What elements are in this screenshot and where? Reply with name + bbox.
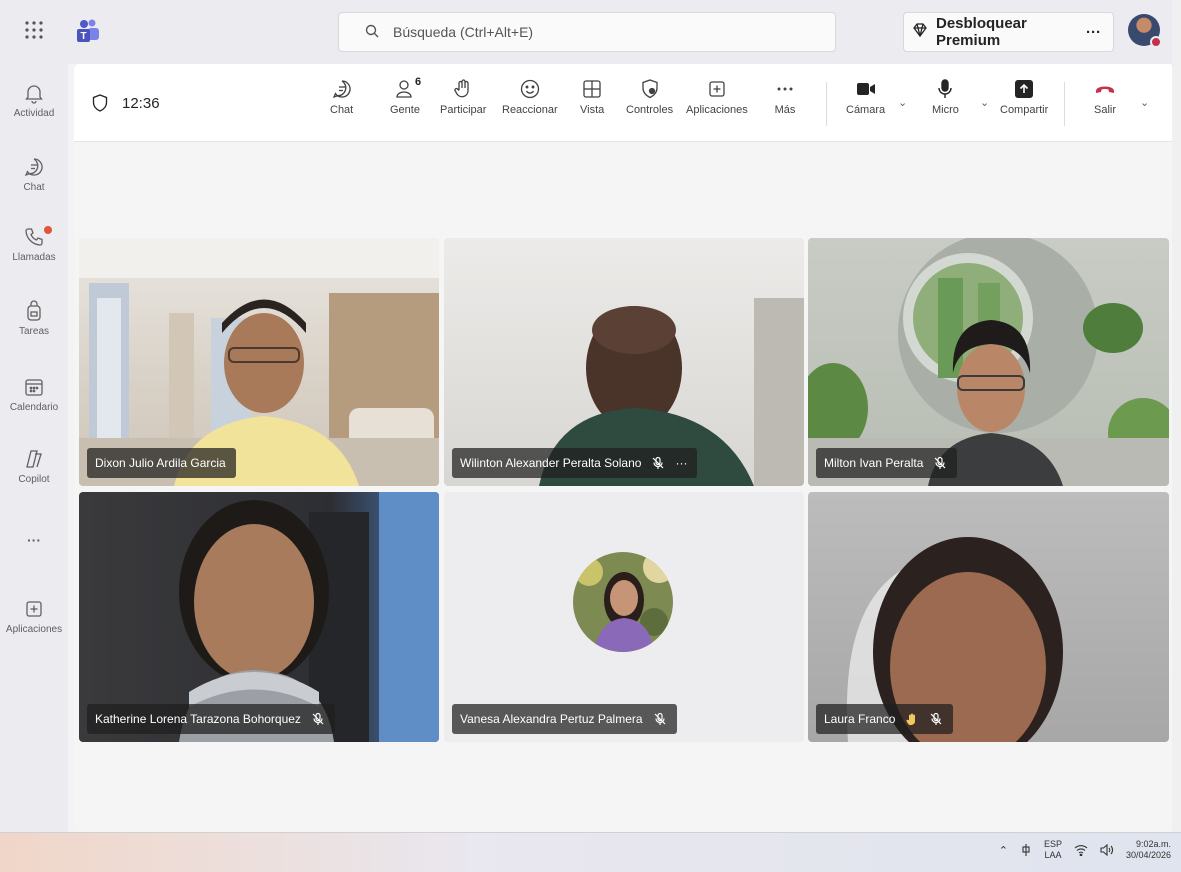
timer-text: 12:36 xyxy=(122,94,160,112)
participant-name-tag: Milton Ivan Peralta xyxy=(816,448,958,478)
camera-button[interactable]: Cámara xyxy=(846,78,885,116)
smiley-icon xyxy=(520,79,539,99)
react-button[interactable]: Reaccionar xyxy=(502,78,558,116)
microphone-icon xyxy=(938,79,953,98)
rail-item-tasks[interactable]: Tareas xyxy=(0,300,68,337)
rail-item-label: Actividad xyxy=(13,108,55,119)
rail-item-activity[interactable]: Actividad xyxy=(0,82,68,119)
rail-item-apps[interactable]: Aplicaciones xyxy=(0,598,68,635)
rail-item-copilot[interactable]: Copilot xyxy=(0,448,68,485)
share-screen-icon xyxy=(1015,80,1034,98)
chat-icon xyxy=(24,158,43,177)
chat-button[interactable]: Chat xyxy=(330,78,353,116)
mic-muted-icon xyxy=(930,712,942,725)
search-icon xyxy=(365,24,379,41)
more-icon xyxy=(777,87,793,91)
meeting-toolbar: 12:36 Chat 6 Gente Participar Reaccionar… xyxy=(74,64,1174,142)
meeting-timer: 12:36 xyxy=(92,94,160,112)
mic-muted-icon xyxy=(653,456,664,469)
notification-dot xyxy=(44,226,52,234)
leave-button[interactable]: Salir xyxy=(1094,78,1116,116)
participant-name-tag: Wilinton Alexander Peralta Solano ··· xyxy=(452,448,698,478)
participant-name-tag: Laura Franco xyxy=(816,704,954,734)
backpack-icon xyxy=(27,300,41,321)
language-indicator[interactable]: ESP LAA xyxy=(1044,839,1062,861)
toolbar-divider xyxy=(1064,82,1065,126)
phone-icon xyxy=(25,228,43,246)
more-options-button[interactable]: ··· xyxy=(1086,24,1101,41)
toolbar-divider xyxy=(826,82,827,126)
participant-name-tag: Vanesa Alexandra Pertuz Palmera xyxy=(452,704,677,734)
view-button[interactable]: Vista xyxy=(580,78,604,116)
mic-button[interactable]: Micro xyxy=(932,78,959,116)
volume-icon[interactable] xyxy=(1100,844,1114,856)
presence-badge xyxy=(1150,36,1162,48)
people-icon xyxy=(396,80,412,98)
copilot-icon xyxy=(26,450,42,468)
clock[interactable]: 9:02a.m. 30/04/2026 xyxy=(1126,839,1171,861)
mic-options-chevron-icon[interactable]: ⌄ xyxy=(980,96,989,109)
video-tile[interactable]: Katherine Lorena Tarazona Bohorquez xyxy=(79,492,439,742)
search-placeholder: Búsqueda (Ctrl+Alt+E) xyxy=(393,24,534,40)
rail-item-label: Aplicaciones xyxy=(5,624,63,635)
system-tray: ⌃ ESP LAA 9:02a.m. 30/04/2026 xyxy=(999,839,1171,861)
more-button[interactable]: Más xyxy=(774,78,796,116)
mic-muted-icon xyxy=(654,712,665,725)
hang-up-icon xyxy=(1096,86,1114,93)
add-app-icon xyxy=(709,81,725,97)
wifi-icon[interactable] xyxy=(1074,844,1088,856)
system-taskbar: ⌃ ESP LAA 9:02a.m. 30/04/2026 xyxy=(0,832,1181,872)
grid-view-icon xyxy=(583,80,601,98)
rail-item-label: Calendario xyxy=(9,402,59,413)
raised-hand-icon xyxy=(906,713,916,726)
participant-name-tag: Katherine Lorena Tarazona Bohorquez xyxy=(87,704,335,734)
chevron-up-icon[interactable]: ⌃ xyxy=(999,844,1008,857)
search-bar[interactable]: Búsqueda (Ctrl+Alt+E) xyxy=(338,12,836,52)
video-tile[interactable]: Milton Ivan Peralta xyxy=(808,238,1169,486)
rail-item-label: Chat xyxy=(23,182,45,193)
window-scrollbar[interactable] xyxy=(1172,0,1181,832)
video-tile[interactable]: Wilinton Alexander Peralta Solano ··· xyxy=(444,238,804,486)
apps-button[interactable]: Aplicaciones xyxy=(686,78,748,116)
rail-item-label: Copilot xyxy=(18,474,50,485)
raise-hand-button[interactable]: Participar xyxy=(440,78,486,116)
people-button[interactable]: 6 Gente xyxy=(390,76,422,116)
unlock-premium-button[interactable]: Desbloquear Premium ··· xyxy=(903,12,1114,52)
premium-label: Desbloquear Premium xyxy=(936,15,1027,49)
video-tile[interactable]: Vanesa Alexandra Pertuz Palmera xyxy=(444,492,804,742)
mic-muted-icon xyxy=(312,712,324,725)
bell-icon xyxy=(25,85,43,104)
chat-icon xyxy=(332,80,351,99)
leave-options-chevron-icon[interactable]: ⌄ xyxy=(1140,96,1149,109)
title-bar: T Búsqueda (Ctrl+Alt+E) Desbloquear Prem… xyxy=(0,0,1181,64)
camera-icon xyxy=(856,83,875,95)
hand-icon xyxy=(454,79,469,98)
app-launcher-icon[interactable] xyxy=(24,20,48,44)
add-app-icon xyxy=(26,601,42,617)
diamond-icon xyxy=(912,22,928,42)
camera-options-chevron-icon[interactable]: ⌄ xyxy=(898,96,907,109)
user-avatar[interactable] xyxy=(1128,14,1162,48)
app-rail: Actividad Chat Llamadas Tareas Calendari… xyxy=(0,64,68,832)
mic-muted-icon xyxy=(934,456,946,469)
video-tile[interactable]: Laura Franco xyxy=(808,492,1169,742)
teams-logo-icon: T xyxy=(76,18,100,44)
rail-more-button[interactable]: ··· xyxy=(0,532,68,548)
shield-settings-icon xyxy=(641,79,658,99)
participant-name-tag: Dixon Julio Ardila Garcia xyxy=(87,448,236,478)
rail-item-calls[interactable]: Llamadas xyxy=(0,226,68,263)
rail-item-calendar[interactable]: Calendario xyxy=(0,376,68,413)
svg-text:T: T xyxy=(80,31,86,42)
rail-item-chat[interactable]: Chat xyxy=(0,156,68,193)
controls-button[interactable]: Controles xyxy=(626,78,673,116)
calendar-icon xyxy=(25,379,43,396)
rail-item-label: Llamadas xyxy=(12,252,56,263)
people-count: 6 xyxy=(414,76,422,88)
rail-item-label: Tareas xyxy=(18,326,49,337)
shield-icon xyxy=(92,94,108,112)
usb-icon[interactable] xyxy=(1020,843,1032,857)
video-tile[interactable]: Dixon Julio Ardila Garcia xyxy=(79,238,439,486)
share-button[interactable]: Compartir xyxy=(1000,78,1048,116)
tile-more-button[interactable]: ··· xyxy=(675,456,687,470)
